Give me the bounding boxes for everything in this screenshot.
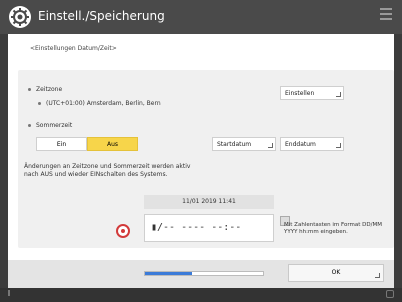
corner-arrow-icon xyxy=(375,273,380,278)
start-date-label: Startdatum xyxy=(217,141,252,148)
ok-button[interactable]: OK xyxy=(288,264,384,282)
start-date-button[interactable]: Startdatum xyxy=(212,137,276,151)
summer-label-row: Sommerzeit xyxy=(28,122,72,129)
summer-toggle[interactable]: Ein Aus xyxy=(36,137,138,151)
timezone-label-row: Zeitzone xyxy=(28,86,62,93)
input-hint: Mit Zahlentasten im Format DD/MM YYYY hh… xyxy=(284,222,382,235)
status-icon xyxy=(386,290,394,298)
timezone-value: (UTC+01:00) Amsterdam, Berlin, Bern xyxy=(46,100,161,107)
settings-gear-icon xyxy=(9,6,31,28)
timezone-value-row: (UTC+01:00) Amsterdam, Berlin, Bern xyxy=(38,100,161,107)
progress-bar xyxy=(144,271,264,276)
page-title: Einstell./Speicherung xyxy=(38,9,165,23)
corner-arrow-icon xyxy=(336,92,341,97)
end-date-label: Enddatum xyxy=(285,141,316,148)
end-date-button[interactable]: Enddatum xyxy=(280,137,344,151)
breadcrumb: <Einstellungen Datum/Zeit> xyxy=(30,45,117,52)
status-bar xyxy=(0,288,402,302)
timezone-label: Zeitzone xyxy=(36,86,63,93)
datetime-input[interactable]: ▮/-- ---- --:-- xyxy=(144,214,274,242)
summer-label: Sommerzeit xyxy=(36,122,73,129)
datetime-input-value: ▮/-- ---- --:-- xyxy=(151,222,242,233)
bullet-icon xyxy=(38,102,41,105)
clear-icon[interactable] xyxy=(116,224,130,238)
menu-icon[interactable] xyxy=(380,8,392,22)
progress-fill xyxy=(145,272,193,275)
restart-note: Änderungen an Zeitzone und Sommerzeit we… xyxy=(24,163,191,178)
ok-label: OK xyxy=(331,269,341,276)
summer-on-option[interactable]: Ein xyxy=(36,137,87,151)
back-icon[interactable] xyxy=(8,290,14,296)
bullet-icon xyxy=(28,124,31,127)
corner-arrow-icon xyxy=(268,143,273,148)
bullet-icon xyxy=(28,88,31,91)
summer-off-option[interactable]: Aus xyxy=(87,137,138,151)
current-datetime: 11/01 2019 11:41 xyxy=(144,195,274,209)
corner-arrow-icon xyxy=(336,143,341,148)
timezone-set-label: Einstellen xyxy=(285,90,315,97)
timezone-set-button[interactable]: Einstellen xyxy=(280,86,344,100)
header-bar: Einstell./Speicherung xyxy=(0,0,402,34)
